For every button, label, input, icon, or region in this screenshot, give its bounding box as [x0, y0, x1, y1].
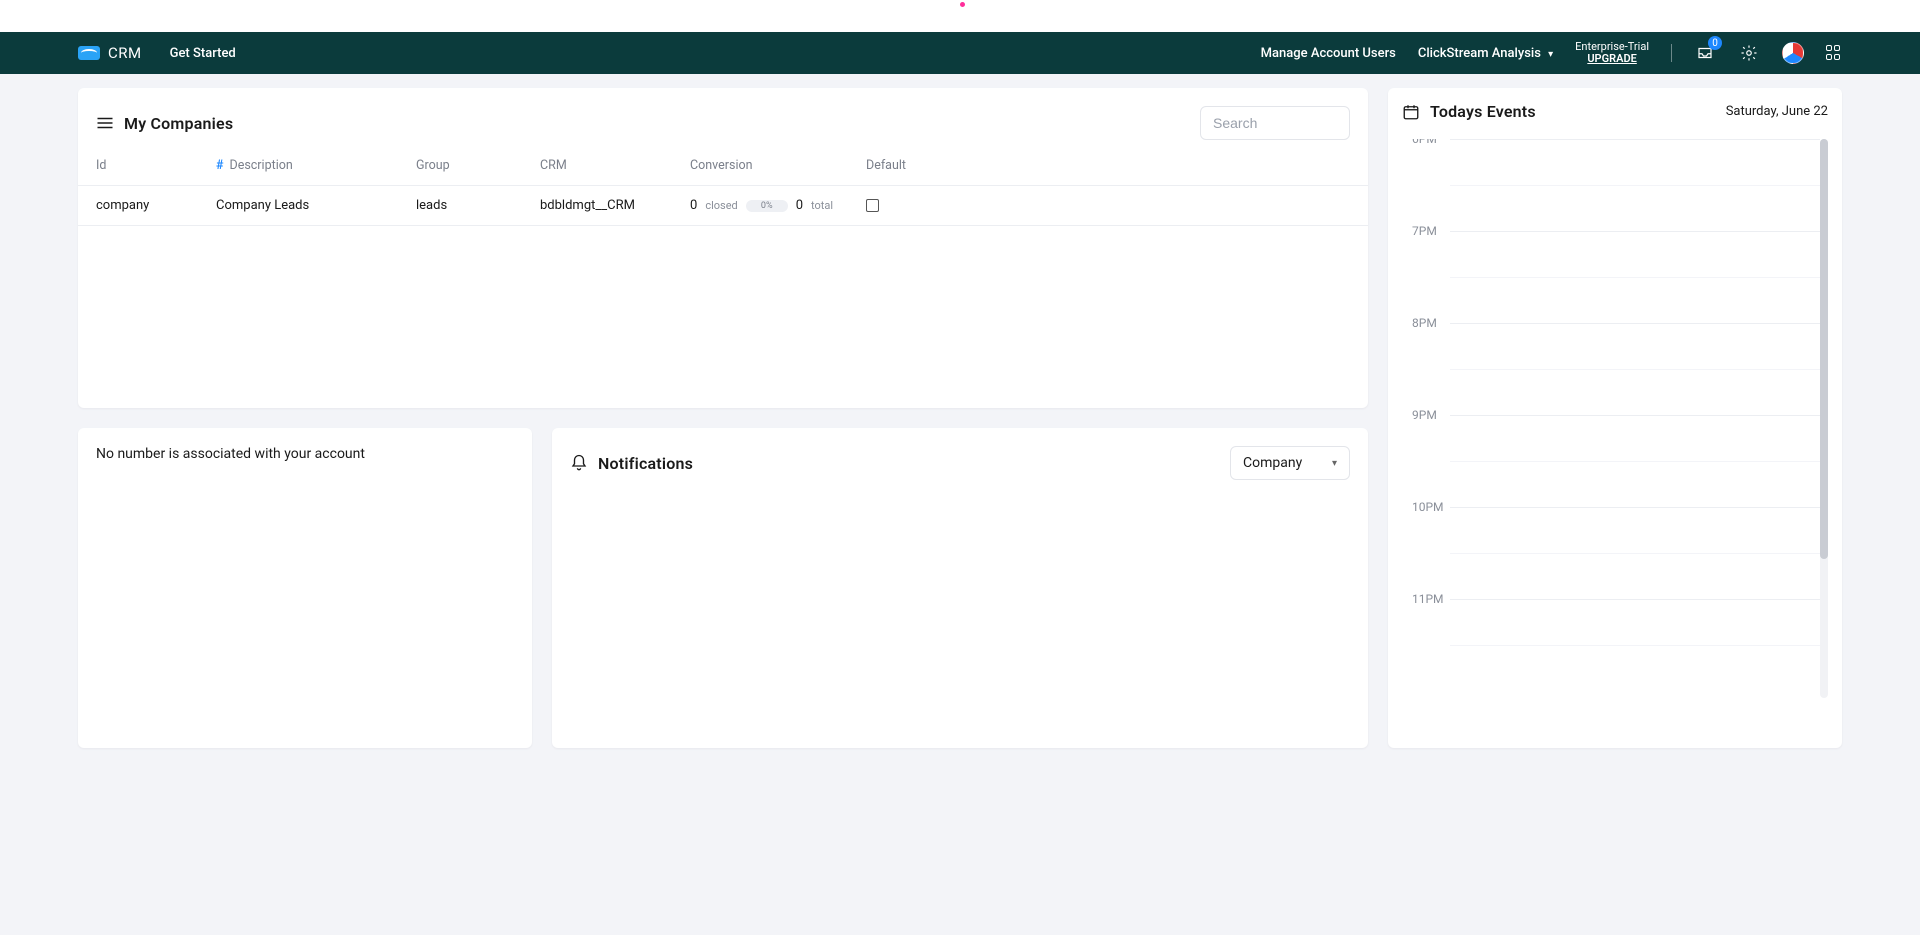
page: My Companies Id # Description Group CRM …	[0, 74, 1920, 935]
brand-name: CRM	[108, 44, 142, 62]
hour-slot: 10PM	[1402, 507, 1820, 599]
half-hour-line	[1450, 369, 1820, 370]
recording-indicator	[960, 2, 965, 7]
header-right: Manage Account Users ClickStream Analysi…	[1261, 41, 1842, 65]
conv-bar: 0%	[746, 200, 788, 212]
bell-icon	[570, 454, 588, 472]
nav-clickstream-label: ClickStream Analysis	[1418, 46, 1541, 61]
hour-line	[1450, 231, 1820, 232]
hour-label: 9PM	[1412, 408, 1437, 422]
inbox-badge: 0	[1708, 36, 1722, 50]
col-default[interactable]: Default	[866, 158, 966, 173]
settings-button[interactable]	[1738, 42, 1760, 64]
hour-label: 6PM	[1412, 139, 1437, 146]
hour-slot: 11PM	[1402, 599, 1820, 691]
cell-conversion: 0 closed 0% 0 total	[690, 198, 866, 213]
phone-card: No number is associated with your accoun…	[78, 428, 532, 748]
cell-description: Company Leads	[216, 198, 416, 213]
header-nav: Get Started	[170, 46, 236, 61]
nav-manage-account-users[interactable]: Manage Account Users	[1261, 46, 1396, 61]
hour-slot: 6PM	[1402, 139, 1820, 231]
hour-slot: 8PM	[1402, 323, 1820, 415]
col-conversion[interactable]: Conversion	[690, 158, 866, 173]
brand-logo-icon	[78, 46, 100, 60]
events-date: Saturday, June 22	[1726, 104, 1828, 119]
cell-id: company	[96, 198, 216, 213]
chevron-down-icon: ▾	[1548, 49, 1553, 60]
events-title: Todays Events	[1430, 102, 1536, 121]
hour-line	[1450, 323, 1820, 324]
avatar[interactable]	[1782, 42, 1804, 64]
conv-closed-label: closed	[705, 199, 737, 212]
list-icon	[96, 116, 114, 130]
hour-slot: 7PM	[1402, 231, 1820, 323]
cell-crm: bdbldmgt__CRM	[540, 198, 690, 213]
notifications-card: Notifications Company ▾	[552, 428, 1368, 748]
col-description-label: Description	[229, 158, 292, 173]
conv-pct: 0%	[761, 201, 773, 211]
half-hour-line	[1450, 645, 1820, 646]
gear-icon	[1740, 44, 1758, 62]
half-hour-line	[1450, 553, 1820, 554]
timeline-scrollbar[interactable]	[1820, 139, 1828, 698]
half-hour-line	[1450, 185, 1820, 186]
my-companies-card: My Companies Id # Description Group CRM …	[78, 88, 1368, 408]
conv-total-n: 0	[796, 198, 803, 213]
hour-label: 8PM	[1412, 316, 1437, 330]
companies-table: Id # Description Group CRM Conversion De…	[96, 146, 1350, 226]
notifications-filter-value: Company	[1243, 455, 1302, 471]
todays-events-card: Todays Events Saturday, June 22 6PM 7PM	[1388, 88, 1842, 748]
companies-search-input[interactable]	[1200, 106, 1350, 140]
app-header: CRM Get Started Manage Account Users Cli…	[0, 32, 1920, 74]
half-hour-line	[1450, 461, 1820, 462]
hour-label: 10PM	[1412, 500, 1444, 514]
col-id[interactable]: Id	[96, 158, 216, 173]
hash-icon: #	[216, 158, 223, 173]
hour-slot: 9PM	[1402, 415, 1820, 507]
default-checkbox[interactable]	[866, 199, 879, 212]
conv-total-label: total	[811, 199, 833, 212]
col-group[interactable]: Group	[416, 158, 540, 173]
hour-line	[1450, 139, 1820, 140]
table-row[interactable]: company Company Leads leads bdbldmgt__CR…	[78, 186, 1368, 226]
divider	[1671, 44, 1672, 62]
phone-message: No number is associated with your accoun…	[96, 446, 514, 462]
col-crm[interactable]: CRM	[540, 158, 690, 173]
companies-thead: Id # Description Group CRM Conversion De…	[78, 146, 1368, 186]
notifications-title: Notifications	[598, 454, 693, 473]
hour-line	[1450, 599, 1820, 600]
hour-line	[1450, 415, 1820, 416]
conv-closed-n: 0	[690, 198, 697, 213]
trial-block: Enterprise-Trial UPGRADE	[1575, 41, 1649, 65]
hour-label: 11PM	[1412, 592, 1444, 606]
half-hour-line	[1450, 277, 1820, 278]
cell-group: leads	[416, 198, 540, 213]
timeline-scroll-thumb[interactable]	[1820, 139, 1828, 559]
brand[interactable]: CRM	[78, 44, 142, 62]
calendar-icon	[1402, 103, 1420, 121]
my-companies-title: My Companies	[124, 114, 233, 133]
nav-get-started[interactable]: Get Started	[170, 46, 236, 61]
events-timeline[interactable]: 6PM 7PM 8PM 9PM	[1402, 139, 1828, 738]
hour-label: 7PM	[1412, 224, 1437, 238]
col-description[interactable]: # Description	[216, 158, 416, 173]
caret-down-icon: ▾	[1332, 458, 1337, 469]
upgrade-link[interactable]: UPGRADE	[1587, 53, 1636, 65]
inbox-button[interactable]: 0	[1694, 42, 1716, 64]
browser-top-blank	[0, 0, 1920, 32]
cell-default[interactable]	[866, 199, 966, 212]
nav-clickstream-analysis[interactable]: ClickStream Analysis ▾	[1418, 46, 1553, 61]
app-launcher-button[interactable]	[1826, 45, 1842, 61]
hour-line	[1450, 507, 1820, 508]
notifications-filter-select[interactable]: Company ▾	[1230, 446, 1350, 480]
